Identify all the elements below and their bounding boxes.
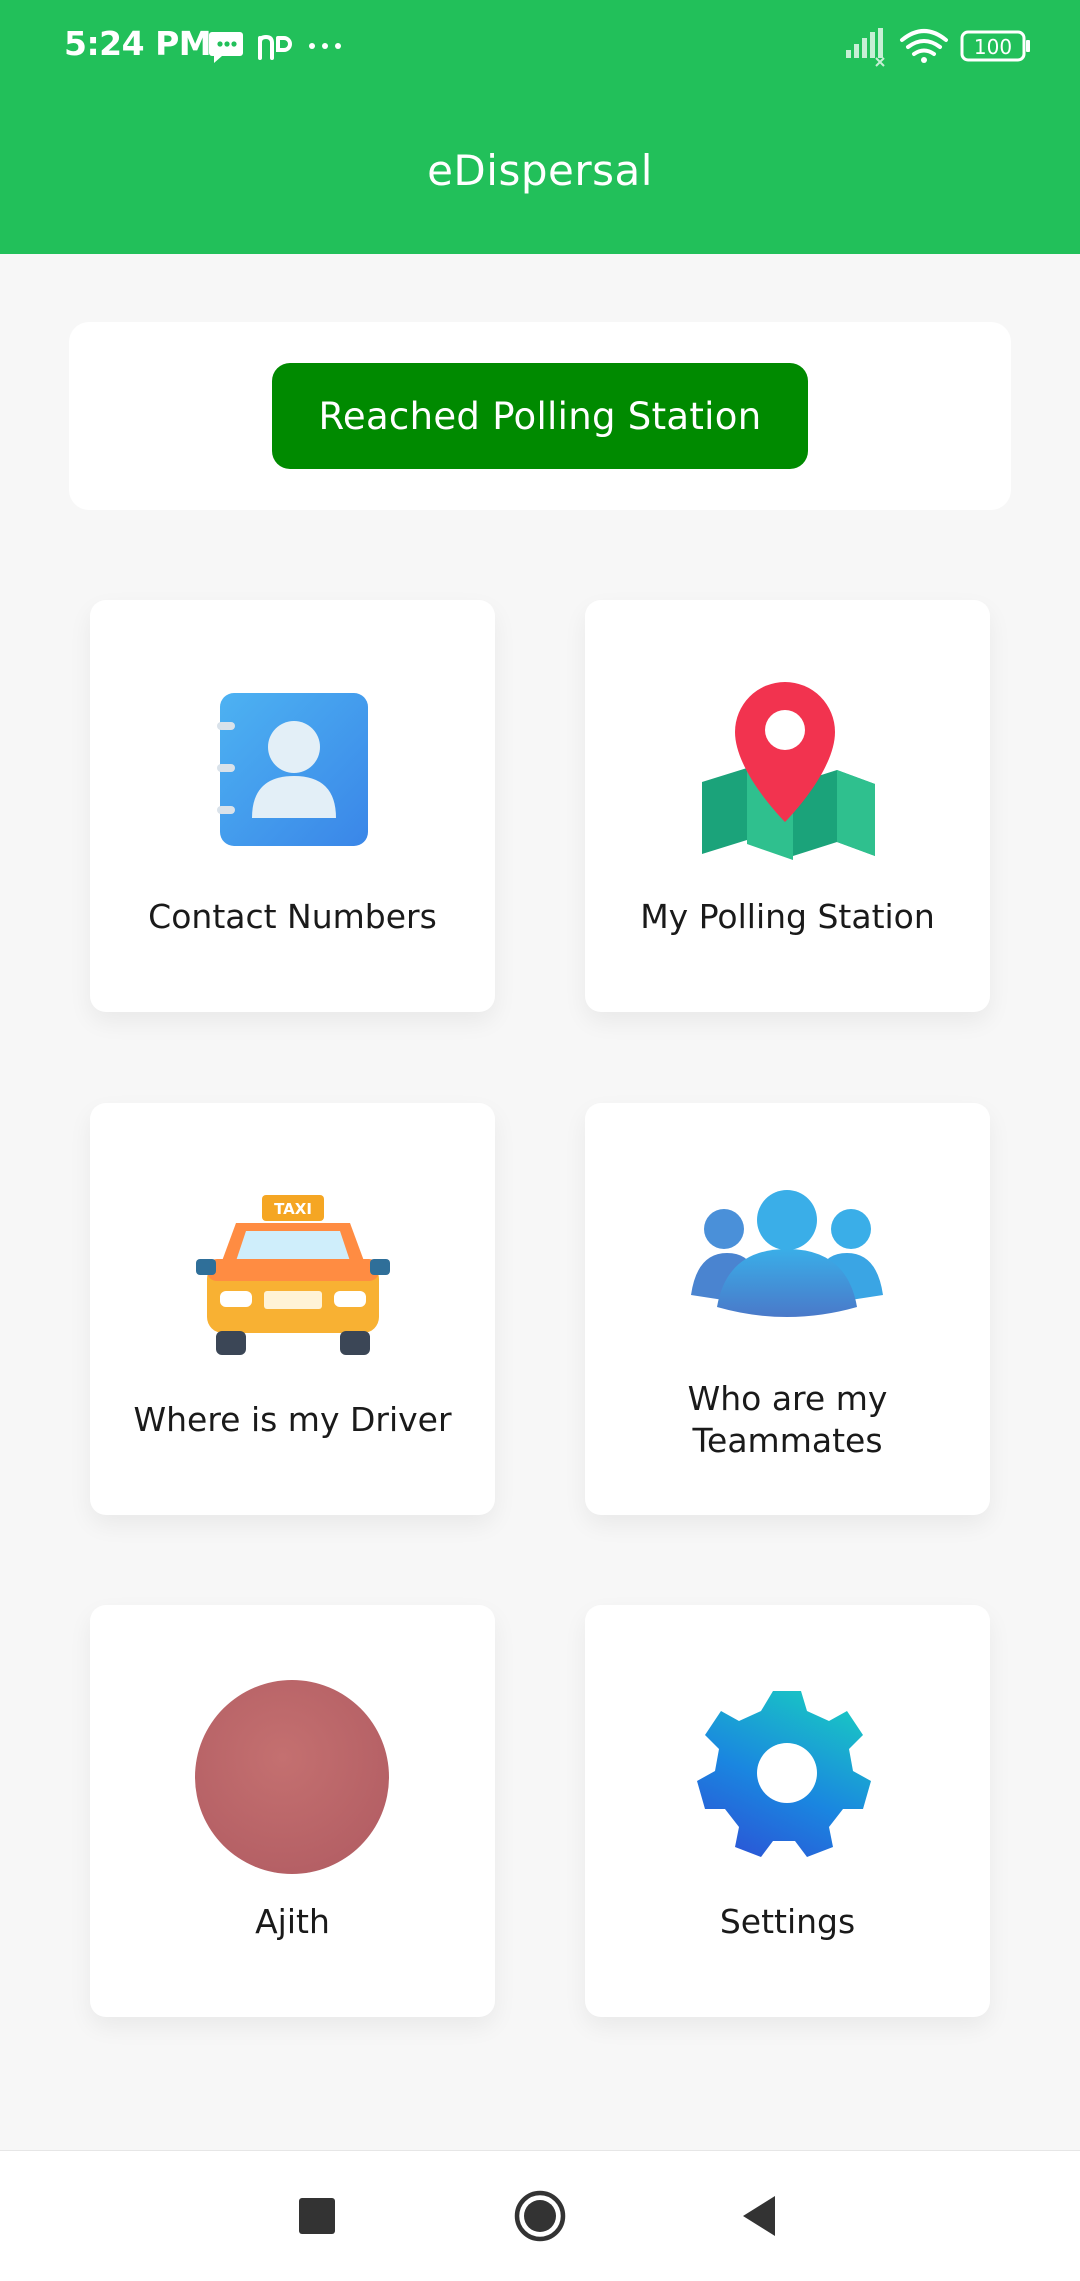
home-icon[interactable] [505, 2181, 575, 2251]
message-icon [209, 32, 243, 63]
status-time: 5:24 PM [64, 24, 212, 63]
status-left-icons [209, 32, 341, 63]
system-nav-bar [0, 2150, 1080, 2281]
battery-icon: 100 [960, 30, 1030, 62]
tile-label: Settings [719, 1902, 856, 1941]
team-icon [691, 1190, 883, 1317]
tile-profile-ajith[interactable]: Ajith [90, 1605, 495, 2017]
map-pin-icon [702, 682, 875, 860]
tile-my-polling-station[interactable]: My Polling Station [585, 600, 990, 1012]
tile-who-are-my-teammates[interactable]: Who are my Teammates [585, 1103, 990, 1515]
more-dots-icon [309, 43, 341, 49]
tile-where-is-my-driver[interactable]: TAXI Where is my Driver [90, 1103, 495, 1515]
status-bar: 5:24 PM 100 [0, 0, 1080, 96]
app-header: 5:24 PM 100 eDispersal [0, 0, 1080, 254]
taxi-sign-text: TAXI [274, 1200, 312, 1218]
status-right-icons: 100 [846, 28, 1030, 67]
reached-polling-station-button[interactable]: Reached Polling Station [272, 363, 808, 469]
tile-label-line-2: Teammates [692, 1421, 883, 1460]
tile-contact-numbers[interactable]: Contact Numbers [90, 600, 495, 1012]
tile-label-line-1: Who are my [687, 1379, 888, 1418]
wifi-icon [900, 29, 948, 63]
np-app-icon [258, 34, 292, 60]
signal-icon [846, 28, 885, 67]
tile-settings[interactable]: Settings [585, 1605, 990, 2017]
page-title: eDispersal [427, 146, 653, 195]
tile-label: Where is my Driver [133, 1400, 452, 1439]
tile-label: Ajith [255, 1902, 330, 1941]
gear-icon [697, 1691, 871, 1857]
tile-label: Contact Numbers [148, 897, 437, 936]
contact-book-icon [217, 693, 368, 846]
back-icon[interactable] [726, 2181, 796, 2251]
reach-card: Reached Polling Station [69, 322, 1011, 510]
avatar [195, 1680, 389, 1874]
tile-label: My Polling Station [640, 897, 935, 936]
battery-level: 100 [974, 35, 1012, 59]
recent-apps-icon[interactable] [282, 2181, 352, 2251]
taxi-icon: TAXI [196, 1195, 390, 1355]
